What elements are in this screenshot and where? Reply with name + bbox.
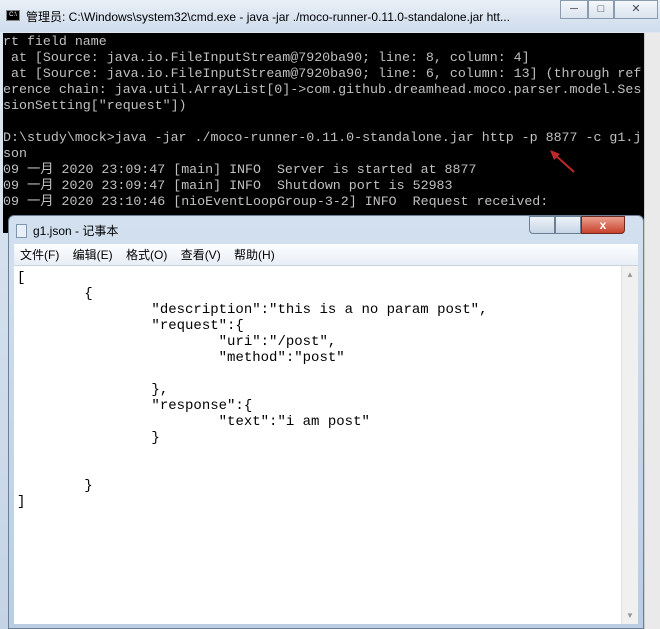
notepad-icon [16, 224, 27, 238]
cmd-title: 管理员: C:\Windows\system32\cmd.exe - java … [26, 10, 510, 24]
menu-edit[interactable]: 编辑(E) [73, 248, 113, 262]
notepad-title: g1.json - 记事本 [33, 224, 119, 238]
cmd-title-bar[interactable]: C:\ 管理员: C:\Windows\system32\cmd.exe - j… [0, 0, 660, 32]
menu-help[interactable]: 帮助(H) [234, 248, 275, 262]
notepad-scrollbar[interactable]: ▲ ▼ [621, 266, 638, 624]
minimize-button[interactable]: ─ [560, 0, 588, 19]
maximize-button[interactable]: □ [588, 0, 614, 19]
menu-view[interactable]: 查看(V) [181, 248, 221, 262]
cmd-icon: C:\ [6, 10, 20, 21]
cmd-scrollbar[interactable] [644, 33, 660, 629]
console-output-area[interactable]: rt field name at [Source: java.io.FileIn… [3, 33, 644, 233]
notepad-close-button[interactable]: x [581, 216, 625, 234]
menu-file[interactable]: 文件(F) [20, 248, 59, 262]
annotation-arrow-icon [550, 150, 575, 173]
menu-format[interactable]: 格式(O) [126, 248, 167, 262]
text-editor[interactable]: [ { "description":"this is a no param po… [14, 266, 638, 624]
notepad-window: g1.json - 记事本 x 文件(F) 编辑(E) 格式(O) 查看(V) … [8, 215, 644, 629]
notepad-minimize-button[interactable] [529, 216, 555, 234]
menu-bar: 文件(F) 编辑(E) 格式(O) 查看(V) 帮助(H) [14, 244, 638, 266]
file-content: [ { "description":"this is a no param po… [17, 270, 488, 510]
close-button[interactable]: ✕ [614, 0, 658, 19]
console-output: rt field name at [Source: java.io.FileIn… [3, 34, 642, 209]
notepad-maximize-button[interactable] [555, 216, 581, 234]
